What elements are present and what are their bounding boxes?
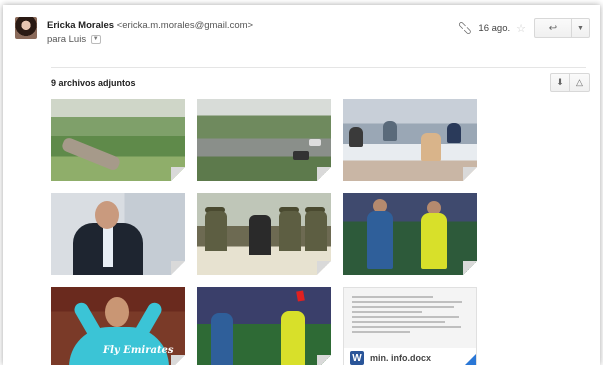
player-shape xyxy=(211,313,233,365)
download-all-button[interactable]: ⬇ xyxy=(550,73,570,92)
attachment-thumbnail-meeting[interactable] xyxy=(343,99,477,181)
document-filename: min. info.docx xyxy=(370,353,432,363)
page-fold xyxy=(317,355,331,365)
fallen-tree-trunk xyxy=(60,136,122,172)
recipient-label: para Luis xyxy=(47,34,87,45)
attachment-thumbnail-red-card[interactable] xyxy=(197,287,331,365)
text-line xyxy=(352,326,462,328)
sender-email: <ericka.m.morales@gmail.com> xyxy=(116,20,254,31)
sender-name[interactable]: Ericka Morales xyxy=(47,20,114,31)
reply-icon: ↩ xyxy=(548,22,558,34)
page-fold xyxy=(317,261,331,275)
save-to-drive-button[interactable]: △ xyxy=(570,73,590,92)
attachment-thumbnail-fallen-tree[interactable] xyxy=(51,99,185,181)
chevron-down-icon: ▼ xyxy=(577,24,584,32)
divider xyxy=(51,67,586,68)
attachment-thumbnail-referee[interactable] xyxy=(343,193,477,275)
recipient-details-toggle[interactable]: ▼ xyxy=(90,34,101,44)
text-line xyxy=(352,321,445,323)
sender-line: Ericka Morales <ericka.m.morales@gmail.c… xyxy=(47,20,253,31)
attachment-thumbnail-document[interactable]: W min. info.docx xyxy=(343,287,477,365)
red-card-shape xyxy=(296,290,305,302)
page-fold xyxy=(317,167,331,181)
page-fold xyxy=(171,355,185,365)
soldier-shape xyxy=(205,211,227,251)
person-shape xyxy=(421,133,441,161)
text-line xyxy=(352,306,455,308)
head-shape xyxy=(95,201,119,229)
text-line xyxy=(352,301,463,303)
star-icon[interactable]: ☆ xyxy=(516,22,526,35)
message-header: Ericka Morales <ericka.m.morales@gmail.c… xyxy=(15,17,590,57)
text-line xyxy=(352,316,459,318)
car-shape xyxy=(293,151,309,160)
head-shape xyxy=(105,297,129,327)
referee-shape xyxy=(421,213,447,269)
document-preview-lines xyxy=(352,296,468,348)
paperclip-icon: ⊂⊃ xyxy=(454,18,474,38)
reply-button[interactable]: ↩ xyxy=(534,18,572,38)
more-actions-button[interactable]: ▼ xyxy=(572,18,590,38)
email-message-card: Ericka Morales <ericka.m.morales@gmail.c… xyxy=(3,5,600,365)
attachment-thumbnail-road[interactable] xyxy=(197,99,331,181)
text-line xyxy=(352,331,410,333)
attachment-thumbnail-speaker[interactable] xyxy=(51,193,185,275)
message-date: 16 ago. xyxy=(478,22,511,34)
shirt-shape xyxy=(103,227,113,267)
download-icon: ⬇ xyxy=(556,77,564,87)
attachment-thumbnail-officials[interactable] xyxy=(197,193,331,275)
player-shape xyxy=(367,211,393,269)
soldier-shape xyxy=(279,211,301,251)
attachment-thumbnail-player[interactable]: Fly Emirates xyxy=(51,287,185,365)
attachments-title: 9 archivos adjuntos xyxy=(51,78,136,88)
text-line xyxy=(352,296,434,298)
person-shape xyxy=(249,215,271,255)
soldier-shape xyxy=(305,211,327,251)
drive-icon: △ xyxy=(576,77,583,87)
sender-avatar[interactable] xyxy=(15,17,37,39)
person-shape xyxy=(447,123,461,143)
referee-shape xyxy=(281,311,305,365)
jersey-text: Fly Emirates xyxy=(103,345,174,356)
attachments-grid: Fly Emirates W min. info.docx xyxy=(51,99,477,365)
text-line xyxy=(352,311,422,313)
page-fold xyxy=(463,261,477,275)
page-fold xyxy=(463,167,477,181)
attachments-actions: ⬇ △ xyxy=(550,73,590,92)
page-fold xyxy=(171,167,185,181)
car-shape xyxy=(309,139,321,146)
person-shape xyxy=(349,127,363,147)
recipient-line: para Luis ▼ xyxy=(47,34,101,45)
document-label: W min. info.docx xyxy=(344,348,476,365)
person-shape xyxy=(383,121,397,141)
word-doc-icon: W xyxy=(350,351,364,365)
page-fold xyxy=(171,261,185,275)
page-fold xyxy=(462,354,476,365)
message-meta: ⊂⊃ 16 ago. ☆ ↩ ▼ xyxy=(454,17,590,39)
